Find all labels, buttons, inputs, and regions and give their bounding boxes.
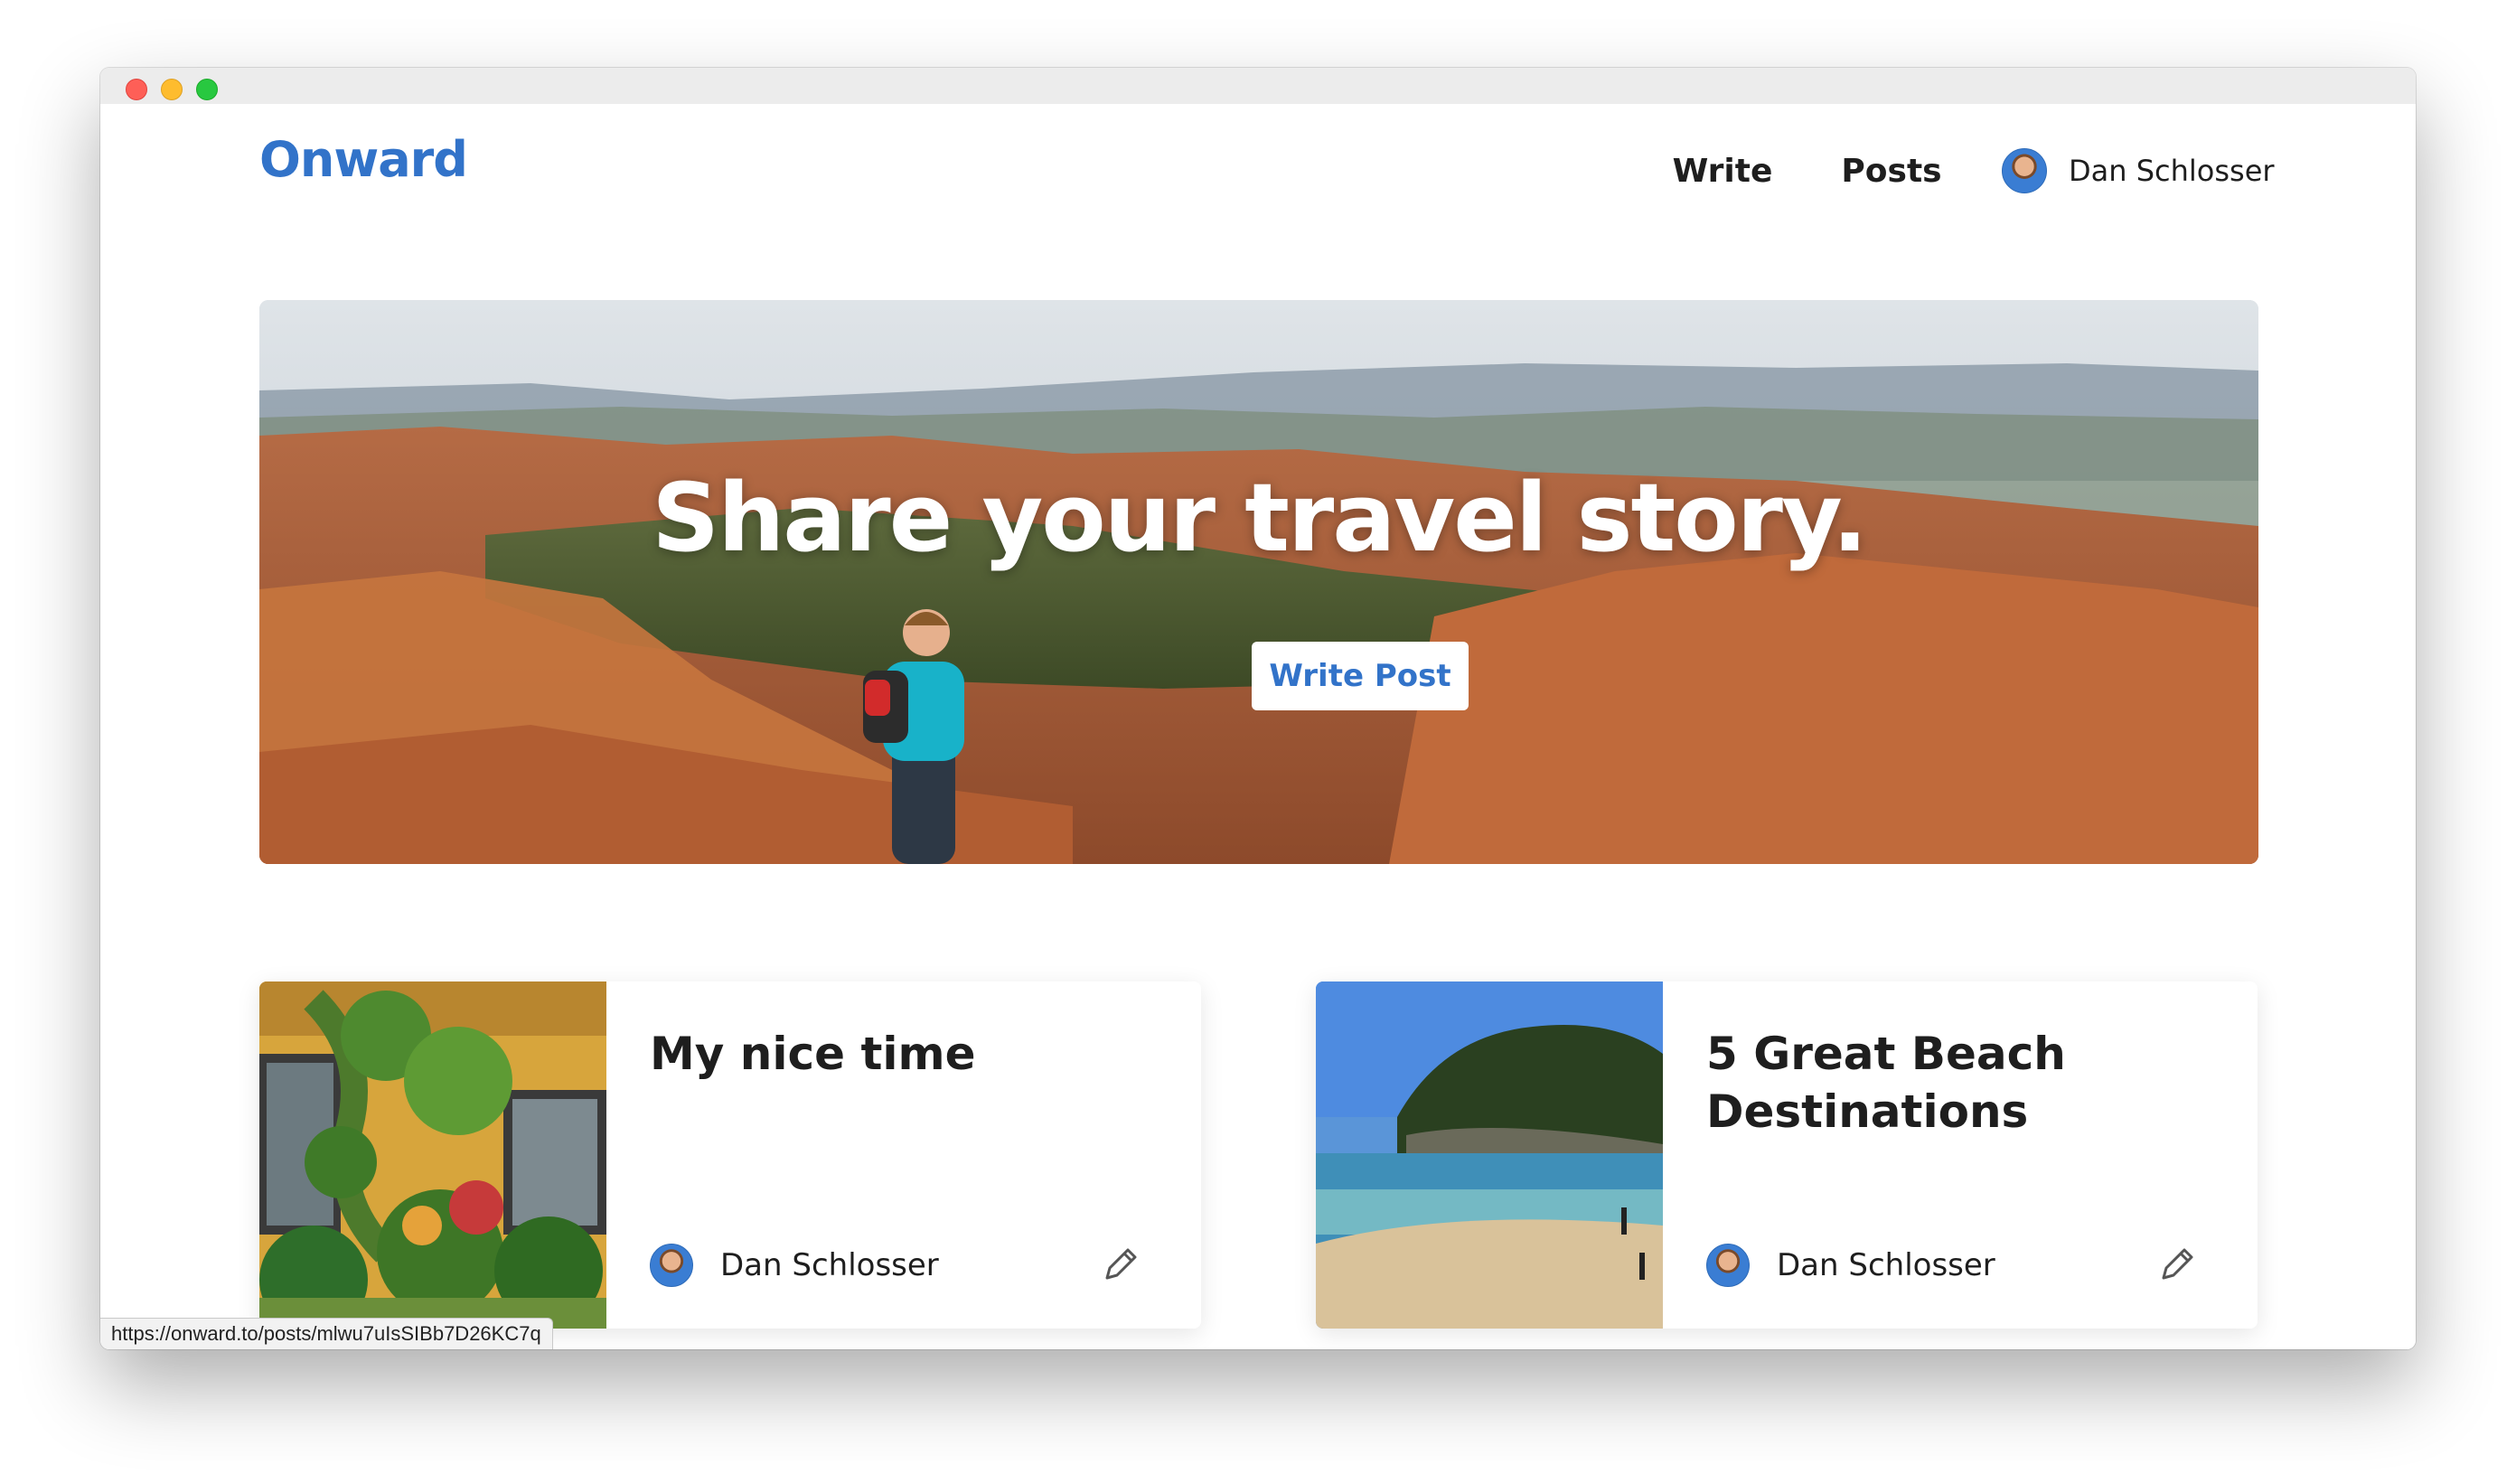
maximize-window-button[interactable] xyxy=(196,79,218,100)
post-thumbnail xyxy=(259,982,606,1329)
status-url-bar: https://onward.to/posts/mlwu7uIsSIBb7D26… xyxy=(100,1318,553,1349)
hero-banner: Share your travel story. Write Post xyxy=(259,300,2258,864)
author-avatar xyxy=(1706,1244,1750,1287)
nav-write-link[interactable]: Write xyxy=(1664,144,1781,200)
post-title[interactable]: My nice time xyxy=(650,1025,1156,1083)
nav-posts-link[interactable]: Posts xyxy=(1835,144,1948,200)
close-window-button[interactable] xyxy=(126,79,147,100)
post-card[interactable]: My nice time Dan Schlosser xyxy=(259,982,1201,1329)
page-viewport: Onward Write Posts Dan Schlosser Share y… xyxy=(100,104,2416,1349)
hero-title: Share your travel story. xyxy=(652,463,1867,573)
write-post-button[interactable]: Write Post xyxy=(1252,642,1469,710)
post-title[interactable]: 5 Great Beach Destinations xyxy=(1706,1025,2212,1141)
nav-write-label: Write xyxy=(1672,152,1773,190)
edit-pencil-icon[interactable] xyxy=(2156,1244,2198,1285)
hero-landscape-image xyxy=(259,300,2258,864)
post-author: Dan Schlosser xyxy=(650,1244,939,1287)
window-titlebar xyxy=(100,68,2416,105)
user-menu[interactable]: Dan Schlosser xyxy=(2002,146,2275,196)
beach-photo xyxy=(1316,982,1663,1329)
author-name: Dan Schlosser xyxy=(1777,1247,1995,1283)
minimize-window-button[interactable] xyxy=(161,79,183,100)
post-thumbnail xyxy=(1316,982,1663,1329)
author-avatar xyxy=(650,1244,693,1287)
post-author: Dan Schlosser xyxy=(1706,1244,1995,1287)
author-name: Dan Schlosser xyxy=(720,1247,939,1283)
user-name: Dan Schlosser xyxy=(2069,154,2275,188)
post-card[interactable]: 5 Great Beach Destinations Dan Schlosser xyxy=(1316,982,2258,1329)
user-avatar xyxy=(2002,148,2047,193)
edit-pencil-icon[interactable] xyxy=(1100,1244,1141,1285)
garden-wall-photo xyxy=(259,982,606,1329)
browser-window: Onward Write Posts Dan Schlosser Share y… xyxy=(100,68,2416,1349)
onward-logo[interactable]: Onward xyxy=(259,131,468,188)
nav-posts-label: Posts xyxy=(1841,152,1942,190)
